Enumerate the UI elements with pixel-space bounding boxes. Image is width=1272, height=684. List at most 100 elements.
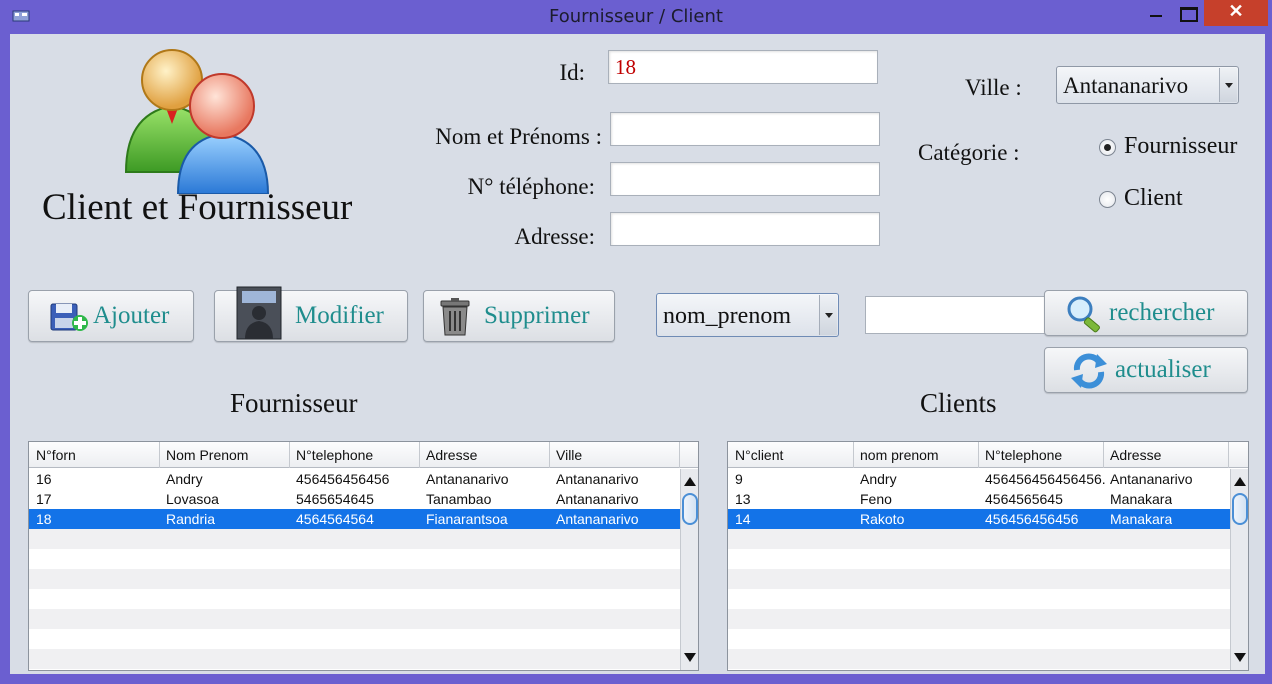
column-header[interactable]: N°telephone <box>985 447 1062 463</box>
id-label: Id: <box>559 60 585 85</box>
table-row[interactable]: 17 Lovasoa 5465654645 Tanambao Antananar… <box>29 489 680 509</box>
scroll-up-arrow-icon[interactable] <box>684 477 696 486</box>
empty-row <box>29 529 680 549</box>
search-icon <box>1067 296 1100 333</box>
scroll-thumb[interactable] <box>1232 493 1248 525</box>
refresh-button-label: actualiser <box>1115 356 1211 383</box>
minimize-button[interactable] <box>1140 0 1172 26</box>
table-cell: Andry <box>166 471 203 487</box>
table-cell: 17 <box>36 491 52 507</box>
column-divider[interactable] <box>853 442 854 468</box>
address-field[interactable] <box>610 212 880 246</box>
table-cell: Andry <box>860 471 897 487</box>
column-divider[interactable] <box>159 442 160 468</box>
phone-field[interactable] <box>610 162 880 196</box>
column-divider[interactable] <box>419 442 420 468</box>
table-row-selected[interactable]: 18 Randria 4564564564 Fianarantsoa Antan… <box>29 509 680 529</box>
table-cell: Randria <box>166 511 216 527</box>
table-cell: 5465654645 <box>296 491 374 507</box>
column-header[interactable]: nom prenom <box>860 447 939 463</box>
table-cell: Feno <box>860 491 892 507</box>
radio-client-label: Client <box>1124 185 1183 211</box>
table-cell: Antananarivo <box>556 491 639 507</box>
empty-row <box>728 549 1230 569</box>
table-row[interactable]: 16 Andry 456456456456 Antananarivo Antan… <box>29 469 680 489</box>
table-cell: Fianarantsoa <box>426 511 508 527</box>
main-panel: Client et Fournisseur Id: 18 Nom et Prén… <box>10 34 1265 674</box>
column-header[interactable]: Adresse <box>426 447 477 463</box>
edit-button-label: Modifier <box>295 302 384 329</box>
vertical-scrollbar[interactable] <box>1230 469 1248 670</box>
vertical-scrollbar[interactable] <box>680 469 698 670</box>
phone-label: N° téléphone: <box>467 174 595 199</box>
table-cell: 4564565645 <box>985 491 1063 507</box>
column-divider[interactable] <box>1103 442 1104 468</box>
fournisseur-section-title: Fournisseur <box>230 388 358 418</box>
table-cell: Rakoto <box>860 511 905 527</box>
categorie-label: Catégorie : <box>918 140 1020 165</box>
search-field-dropdown[interactable]: nom_prenom <box>656 293 839 337</box>
empty-row <box>29 589 680 609</box>
table-cell: Lovasoa <box>166 491 219 507</box>
add-button[interactable]: Ajouter <box>28 290 194 342</box>
table-cell: 16 <box>36 471 52 487</box>
table-cell: 9 <box>735 471 743 487</box>
empty-row <box>29 629 680 649</box>
table-cell: Antananarivo <box>426 471 509 487</box>
edit-button[interactable]: Modifier <box>214 286 408 342</box>
maximize-button[interactable] <box>1172 0 1202 26</box>
window-title: Fournisseur / Client <box>549 6 723 27</box>
delete-button[interactable]: Supprimer <box>423 290 615 342</box>
app-title: Client et Fournisseur <box>42 187 353 228</box>
table-cell: 14 <box>735 511 751 527</box>
ville-dropdown[interactable]: Antananarivo <box>1056 66 1239 104</box>
scroll-up-arrow-icon[interactable] <box>1234 477 1246 486</box>
scroll-thumb[interactable] <box>682 493 698 525</box>
chevron-down-icon <box>1219 68 1237 102</box>
table-row[interactable]: 13 Feno 4564565645 Manakara <box>728 489 1230 509</box>
scroll-down-arrow-icon[interactable] <box>1234 653 1246 662</box>
column-divider[interactable] <box>978 442 979 468</box>
search-field-value: nom_prenom <box>663 303 791 329</box>
column-divider[interactable] <box>549 442 550 468</box>
column-header[interactable]: Nom Prenom <box>166 447 248 463</box>
table-row-selected[interactable]: 14 Rakoto 456456456456 Manakara <box>728 509 1230 529</box>
refresh-button[interactable]: actualiser <box>1044 347 1248 393</box>
empty-row <box>728 629 1230 649</box>
column-header[interactable]: Adresse <box>1110 447 1161 463</box>
add-button-label: Ajouter <box>93 302 170 329</box>
chevron-down-icon <box>819 295 837 335</box>
search-input[interactable] <box>865 296 1047 334</box>
empty-row <box>728 569 1230 589</box>
column-header[interactable]: N°forn <box>36 447 76 463</box>
empty-row <box>728 589 1230 609</box>
id-field[interactable]: 18 <box>608 50 878 84</box>
clients-table[interactable]: N°client nom prenom N°telephone Adresse … <box>727 441 1249 671</box>
radio-fournisseur[interactable] <box>1099 139 1116 156</box>
empty-row <box>29 549 680 569</box>
scroll-down-arrow-icon[interactable] <box>684 653 696 662</box>
column-header[interactable]: Ville <box>556 447 582 463</box>
table-header: N°client nom prenom N°telephone Adresse <box>728 442 1248 468</box>
ville-label: Ville : <box>965 75 1022 100</box>
refresh-icon <box>1071 353 1107 389</box>
column-divider <box>679 442 680 468</box>
close-button[interactable]: ✕ <box>1204 0 1268 26</box>
empty-row <box>29 649 680 669</box>
table-row[interactable]: 9 Andry 456456456456456... Antananarivo <box>728 469 1230 489</box>
radio-client[interactable] <box>1099 191 1116 208</box>
name-field[interactable] <box>610 112 880 146</box>
fournisseur-table[interactable]: N°forn Nom Prenom N°telephone Adresse Vi… <box>28 441 699 671</box>
empty-row <box>728 649 1230 669</box>
table-header: N°forn Nom Prenom N°telephone Adresse Vi… <box>29 442 698 468</box>
column-header[interactable]: N°client <box>735 447 783 463</box>
search-button[interactable]: rechercher <box>1044 290 1248 336</box>
table-cell: 456456456456 <box>296 471 390 487</box>
table-cell: 456456456456 <box>985 511 1079 527</box>
table-cell: 13 <box>735 491 751 507</box>
title-bar[interactable]: Fournisseur / Client ✕ <box>0 0 1272 34</box>
ville-value: Antananarivo <box>1063 73 1189 98</box>
column-divider[interactable] <box>289 442 290 468</box>
column-header[interactable]: N°telephone <box>296 447 373 463</box>
table-cell: Antananarivo <box>1110 471 1193 487</box>
